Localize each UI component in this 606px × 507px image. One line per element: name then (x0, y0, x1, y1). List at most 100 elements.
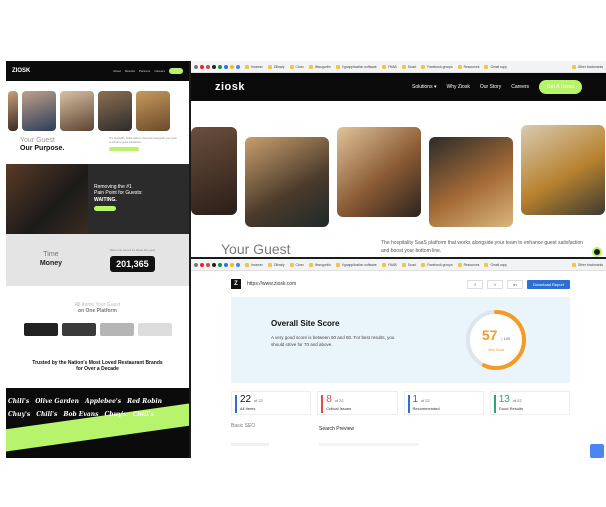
score-title: Overall Site Score (271, 319, 340, 328)
left-platform-cards (6, 322, 189, 336)
download-report-button[interactable]: Download Report (527, 279, 570, 289)
left-photo (8, 91, 18, 131)
globe-icon[interactable] (194, 262, 198, 267)
left-counter-value: 201,365 (110, 255, 155, 272)
stat-recommended[interactable]: 1 of 22 Recommended (403, 391, 484, 415)
bookmark-item[interactable]: Scout (401, 64, 416, 69)
github-icon[interactable] (212, 64, 216, 69)
hero-photo (337, 127, 421, 217)
left-platform-heading: All Items Your Guest on One Platform (6, 286, 189, 315)
brand-logo: Chili's (36, 411, 58, 418)
left-purpose-copy: The hospitality SaaS platform that works… (109, 137, 179, 154)
globe-icon[interactable] (194, 64, 198, 69)
ziosk-logo[interactable]: ziosk (215, 81, 245, 93)
chevron-down-icon: ▾ (433, 84, 437, 90)
youtube-icon[interactable] (200, 64, 204, 69)
left-purpose-section: Your Guest Our Purpose. The hospitality … (6, 131, 189, 154)
placeholder-line (319, 443, 419, 446)
nav-why-ziosk[interactable]: Why Ziosk (446, 84, 469, 90)
left-counter-bottom: Money (39, 259, 63, 267)
hero-photo (521, 125, 605, 215)
facebook-share-icon[interactable]: f (467, 279, 484, 289)
left-photo-strip (6, 81, 189, 131)
other-bookmarks[interactable]: Other bookmarks (571, 64, 603, 69)
bookmark-item[interactable]: Gmail copy (484, 262, 507, 267)
linkedin-share-icon[interactable]: in (507, 279, 524, 289)
left-banner-line3: WAITING. (94, 196, 117, 203)
left-nav-about[interactable]: About (113, 69, 121, 73)
left-purpose-cta[interactable] (109, 146, 139, 151)
nav-careers[interactable]: Careers (511, 84, 529, 90)
left-platform-card[interactable] (137, 322, 172, 336)
facebook-icon[interactable] (224, 262, 228, 267)
nav-our-story[interactable]: Our Story (480, 84, 501, 90)
bookmark-item[interactable]: Resources (457, 262, 479, 267)
left-page-snapshot: ZIOSK About Results Partners Careers Dem… (6, 61, 189, 458)
nav-solutions[interactable]: Solutions ▾ (412, 84, 436, 90)
bookmark-item[interactable]: Cloxx (289, 64, 304, 69)
calendar-icon[interactable] (236, 262, 240, 267)
seo-header: Z https://www.ziosk.com f t in Download … (191, 271, 606, 289)
bookmark-item[interactable]: YNAB (381, 64, 397, 69)
recaptcha-icon[interactable] (590, 444, 604, 458)
favicon-strip (194, 262, 240, 267)
bookmark-item[interactable]: Cloxx (289, 262, 304, 267)
left-nav-results[interactable]: Results (125, 69, 135, 73)
overall-score-card: Overall Site Score A very good score is … (231, 297, 570, 383)
gmail-icon[interactable] (206, 262, 210, 267)
screenshot-canvas: ZIOSK About Results Partners Careers Dem… (0, 0, 606, 507)
left-platform-card[interactable] (61, 322, 96, 336)
stat-good-results[interactable]: 13 of 22 Good Results (489, 391, 570, 415)
bookmark-item[interactable]: Vgoapplication software (335, 64, 377, 69)
left-platform-card[interactable] (99, 322, 134, 336)
bookmark-item[interactable]: Ithsogonlin (308, 64, 331, 69)
chrome-icon[interactable] (230, 262, 234, 267)
left-purpose-title: Your Guest Our Purpose. (20, 137, 64, 154)
facebook-icon[interactable] (224, 64, 228, 69)
gmail-icon[interactable] (206, 64, 210, 69)
chrome-icon[interactable] (230, 64, 234, 69)
left-platform-card[interactable] (23, 322, 58, 336)
bookmark-item[interactable]: Vgoapplication software (335, 262, 377, 267)
basic-seo-link[interactable]: Basic SEO (231, 423, 255, 429)
left-logo[interactable]: ZIOSK (12, 68, 30, 74)
drive-icon[interactable] (218, 262, 222, 267)
left-banner-line2: Pain Point for Guests: (94, 190, 143, 197)
left-banner-cta[interactable] (94, 206, 116, 212)
left-trusted-line2: for Over a Decade (76, 366, 119, 373)
bookmark-item[interactable]: Facebook groups (421, 64, 453, 69)
drive-icon[interactable] (218, 64, 222, 69)
seo-actions: f t in Download Report (467, 279, 570, 289)
bookmark-item[interactable]: Scout (401, 262, 416, 267)
stat-critical-issues[interactable]: 8 of 22 Critical Issues (317, 391, 398, 415)
brand-logo: Applebee's (84, 398, 122, 405)
bookmark-item[interactable]: Imomax (245, 262, 263, 267)
bookmark-item[interactable]: Resources (457, 64, 479, 69)
github-icon[interactable] (212, 262, 216, 267)
bookmark-item[interactable]: Facebook groups (421, 262, 453, 267)
left-purpose-text: The hospitality SaaS platform that works… (109, 137, 177, 144)
bookmark-item[interactable]: Gmail copy (484, 64, 507, 69)
left-brands-band: Chili's Olive Garden Applebee's Red Robi… (6, 388, 189, 458)
left-platform-line2: on One Platform (78, 308, 117, 315)
seo-detail-section: Basic SEO Search Preview (231, 423, 570, 458)
left-purpose-bold: Our Purpose. (20, 145, 65, 153)
other-bookmarks[interactable]: Other bookmarks (571, 262, 603, 267)
bookmark-item[interactable]: Ithsogonlin (308, 262, 331, 267)
bookmark-item[interactable]: Zillowly (267, 262, 285, 267)
left-nav-careers[interactable]: Careers (154, 69, 165, 73)
stat-all-items[interactable]: 22 of 22 All Items (231, 391, 312, 415)
left-counter-label: Time Money (40, 251, 62, 268)
youtube-icon[interactable] (200, 262, 204, 267)
chat-bubble-icon[interactable] (592, 247, 602, 257)
bookmark-item[interactable]: YNAB (381, 262, 397, 267)
seo-logo[interactable]: Z (231, 279, 241, 289)
seo-url[interactable]: https://www.ziosk.com (247, 281, 296, 287)
calendar-icon[interactable] (236, 64, 240, 69)
get-demo-button[interactable]: Get A Demo (539, 80, 582, 94)
bookmark-item[interactable]: Imomax (245, 64, 263, 69)
bookmark-item[interactable]: Zillowly (267, 64, 285, 69)
left-demo-button[interactable]: Demo (168, 68, 183, 74)
left-nav-partners[interactable]: Partners (139, 69, 150, 73)
twitter-share-icon[interactable]: t (487, 279, 504, 289)
